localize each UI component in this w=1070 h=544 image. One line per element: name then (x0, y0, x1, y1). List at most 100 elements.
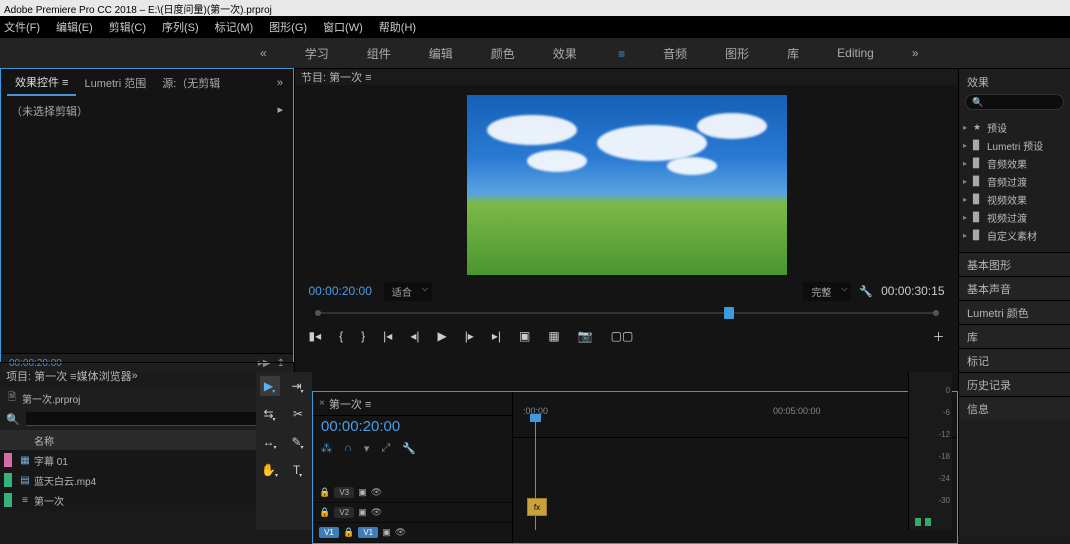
goto-out-icon[interactable]: ▸| (492, 329, 501, 343)
toggle-output-icon[interactable]: ▣ (358, 507, 367, 518)
tab-source[interactable]: 源:（无剪辑 (154, 71, 228, 95)
step-fwd-icon[interactable]: |▸ (465, 329, 474, 343)
ws-color[interactable]: 颜色 (491, 45, 515, 62)
tab-effects-panel[interactable]: 效果 (959, 68, 1070, 94)
ws-audio[interactable]: 音频 (663, 45, 687, 62)
tab-program[interactable]: 节目: 第一次 ≡ (301, 69, 372, 85)
effects-folder[interactable]: ▸▉Lumetri 预设 (959, 136, 1070, 154)
col-name[interactable]: 名称 (30, 433, 270, 448)
effects-folder[interactable]: ▸▉音频过渡 (959, 172, 1070, 190)
type-tool-icon[interactable]: T▾ (288, 460, 308, 480)
project-item[interactable]: ▤ 蓝天白云.mp4 14 (0, 470, 294, 490)
ws-library[interactable]: 库 (787, 45, 799, 62)
settings-tl-icon[interactable]: ⤢ (381, 442, 390, 455)
menu-mark[interactable]: 标记(M) (215, 19, 254, 35)
folder-label: 自定义素材 (987, 228, 1037, 243)
menu-help[interactable]: 帮助(H) (379, 19, 416, 35)
panel-tab[interactable]: 基本图形 (959, 252, 1070, 276)
mark-in-icon[interactable]: ▮◂ (309, 329, 322, 343)
project-item[interactable]: ▦ 字幕 01 25 (0, 450, 294, 470)
pen-tool-icon[interactable]: ✎▾ (288, 432, 308, 452)
program-scrub-bar[interactable] (309, 305, 945, 321)
panel-tab[interactable]: 基本声音 (959, 276, 1070, 300)
tab-effect-controls[interactable]: 效果控件 ≡ (7, 70, 76, 96)
razor-tool-icon[interactable]: ✂ (288, 404, 308, 424)
ws-graphics[interactable]: 图形 (725, 45, 749, 62)
track-v1[interactable]: V1 🔒 V1 ▣ 👁 (313, 523, 512, 543)
compare-icon[interactable]: ▢▢ (611, 329, 634, 343)
panel-tab[interactable]: Lumetri 颜色 (959, 300, 1070, 324)
workspace-more-icon[interactable]: » (912, 46, 919, 60)
goto-in-icon[interactable]: |◂ (383, 329, 392, 343)
project-item[interactable]: ≡ 第一次 25 (0, 490, 294, 510)
folder-icon: ▉ (973, 158, 987, 169)
extract-icon[interactable]: ▦ (548, 329, 559, 343)
program-resolution-dropdown[interactable]: 完整 (803, 282, 851, 301)
timeline-timecode[interactable]: 00:00:20:00 (313, 416, 512, 437)
menu-file[interactable]: 文件(F) (4, 19, 40, 35)
workspace-collapse-icon[interactable]: « (260, 46, 267, 60)
effects-folder[interactable]: ▸▉视频过渡 (959, 208, 1070, 226)
track-v3[interactable]: 🔒 V3 ▣ 👁 (313, 483, 512, 503)
lock-icon[interactable]: 🔒 (343, 527, 354, 538)
search-icon: 🔍 (6, 413, 20, 426)
in-bracket-icon[interactable]: { (339, 329, 343, 343)
effects-folder[interactable]: ▸★预设 (959, 118, 1070, 136)
eye-icon[interactable]: 👁 (395, 527, 406, 538)
track-select-tool-icon[interactable]: ⇥▾ (288, 376, 308, 396)
button-editor-icon[interactable]: ＋ (932, 328, 944, 345)
panel-tab[interactable]: 信息 (959, 396, 1070, 420)
program-zoom-dropdown[interactable]: 适合 (384, 282, 432, 301)
menu-sequence[interactable]: 序列(S) (162, 19, 199, 35)
step-back-icon[interactable]: ◂| (410, 329, 419, 343)
panel-tab[interactable]: 历史记录 (959, 372, 1070, 396)
timeline-tracks-area[interactable]: :00:00 00:05:00:00 fx (513, 392, 957, 543)
tab-sequence[interactable]: 第一次 ≡ (329, 396, 371, 412)
ws-effects[interactable]: 效果 ≡ (553, 45, 625, 62)
toggle-output-icon[interactable]: ▣ (382, 527, 391, 538)
track-v2[interactable]: 🔒 V2 ▣ 👁 (313, 503, 512, 523)
marker-icon[interactable]: ▾ (364, 442, 370, 455)
tab-lumetri-scopes[interactable]: Lumetri 范围 (76, 71, 154, 95)
selection-tool-icon[interactable]: ▶▾ (260, 376, 280, 396)
out-bracket-icon[interactable]: } (361, 329, 365, 343)
meter-label: -6 (938, 402, 950, 424)
menu-graphics[interactable]: 图形(G) (269, 19, 307, 35)
menu-window[interactable]: 窗口(W) (323, 19, 363, 35)
toggle-output-icon[interactable]: ▣ (358, 487, 367, 498)
hand-tool-icon[interactable]: ✋▾ (260, 460, 280, 480)
timeline-clip[interactable]: fx (527, 498, 547, 516)
slip-tool-icon[interactable]: ↔▾ (260, 432, 280, 452)
effects-folder[interactable]: ▸▉自定义素材 (959, 226, 1070, 244)
ripple-edit-tool-icon[interactable]: ⇆▾ (260, 404, 280, 424)
panel-tab[interactable]: 标记 (959, 348, 1070, 372)
project-search-input[interactable] (26, 412, 266, 426)
program-timecode[interactable]: 00:00:20:00 (309, 284, 372, 298)
snap-icon[interactable]: ⁂ (321, 442, 332, 455)
lock-icon[interactable]: 🔒 (319, 487, 330, 498)
eye-icon[interactable]: 👁 (371, 507, 382, 518)
export-frame-icon[interactable]: 📷 (578, 329, 593, 343)
settings-icon[interactable]: 🔧 (859, 285, 873, 298)
project-panel-more-icon[interactable]: » (132, 370, 138, 382)
effects-folder[interactable]: ▸▉音频效果 (959, 154, 1070, 172)
play-icon[interactable]: ▶ (437, 329, 446, 343)
linked-selection-icon[interactable]: ∩ (344, 442, 352, 454)
ws-editing-en[interactable]: Editing (837, 46, 874, 60)
tab-media-browser[interactable]: 媒体浏览器 (77, 368, 132, 384)
ws-assembly[interactable]: 组件 (367, 45, 391, 62)
menu-edit[interactable]: 编辑(E) (56, 19, 93, 35)
eye-icon[interactable]: 👁 (371, 487, 382, 498)
program-monitor[interactable] (467, 95, 787, 275)
ws-learn[interactable]: 学习 (305, 45, 329, 62)
panel-tab[interactable]: 库 (959, 324, 1070, 348)
effects-search-input[interactable]: 🔍 (965, 94, 1064, 110)
tab-project[interactable]: 项目: 第一次 ≡ (6, 368, 77, 384)
effects-folder[interactable]: ▸▉视频效果 (959, 190, 1070, 208)
ws-editing-cn[interactable]: 编辑 (429, 45, 453, 62)
menu-clip[interactable]: 剪辑(C) (109, 19, 146, 35)
lock-icon[interactable]: 🔒 (319, 507, 330, 518)
lift-icon[interactable]: ▣ (519, 329, 530, 343)
wrench-tl-icon[interactable]: 🔧 (402, 442, 416, 455)
ec-panel-more-icon[interactable]: » (273, 77, 287, 89)
